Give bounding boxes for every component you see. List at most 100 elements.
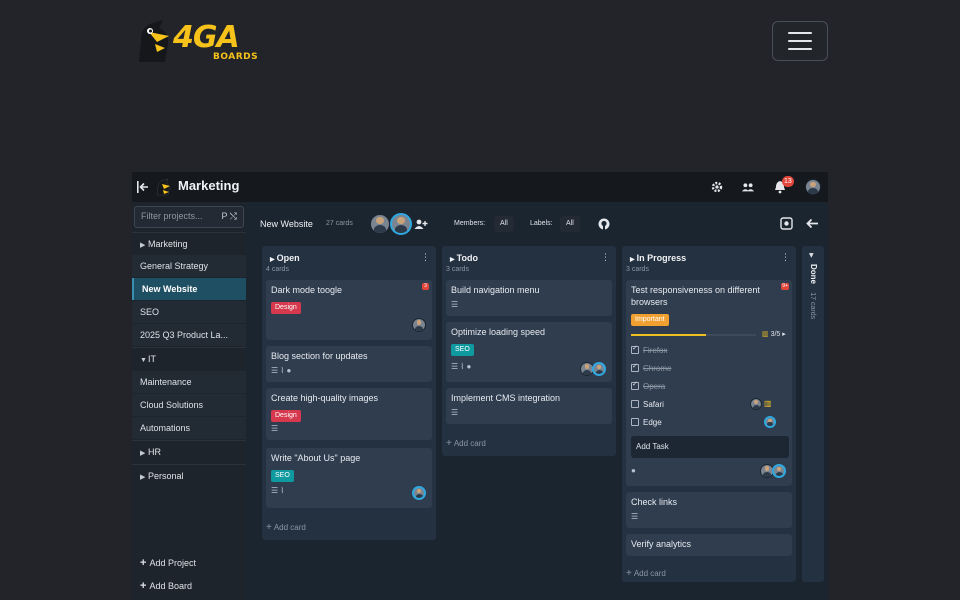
checkbox[interactable] xyxy=(631,400,639,408)
checkbox[interactable] xyxy=(631,418,639,426)
description-icon: ☰ xyxy=(451,408,459,417)
list-menu-icon[interactable]: ⋮ xyxy=(421,253,430,263)
card-title: Check links xyxy=(631,497,678,507)
card-label: SEO xyxy=(451,344,474,356)
task-progress-fill xyxy=(631,334,706,336)
user-avatar[interactable] xyxy=(805,179,821,195)
list-open: ▶ Open 4 cards ⋮ Dark mode toogle Design … xyxy=(262,246,436,540)
card-meta-icons: ☰ ⌇ ● xyxy=(451,362,472,371)
card-member-avatar xyxy=(592,362,606,376)
list-todo: ▶ Todo 3 cards ⋮ Build navigation menu ☰ … xyxy=(442,246,616,456)
add-card-button[interactable]: + Add card xyxy=(266,522,306,533)
card[interactable]: Write "About Us" page SEO ☰ ⌇ xyxy=(266,448,432,508)
add-project-button[interactable]: + Add Project xyxy=(132,552,246,574)
card-title: Create high-quality images xyxy=(271,393,379,403)
card[interactable]: Create high-quality images Design ☰ xyxy=(266,388,432,440)
menu-toggle-button[interactable] xyxy=(772,21,828,61)
sidebar-board-general-strategy[interactable]: General Strategy xyxy=(132,255,246,277)
list-in-progress: ▶ In Progress 3 cards ⋮ Test responsivene… xyxy=(622,246,796,582)
card[interactable]: Test responsiveness on different browser… xyxy=(626,280,792,486)
members-filter-select[interactable]: All xyxy=(494,216,514,232)
card-member-avatar xyxy=(412,486,426,500)
list-menu-icon[interactable]: ⋮ xyxy=(601,253,610,263)
list-title: ▶ Open xyxy=(270,253,300,263)
card-title: Implement CMS integration xyxy=(451,393,561,403)
task-item[interactable]: Safari xyxy=(631,400,664,409)
sidebar-project-personal[interactable]: ▶ Personal xyxy=(132,464,246,486)
task-item[interactable]: Edge xyxy=(631,418,662,427)
members-filter-label: Members: xyxy=(454,220,486,227)
add-task-input[interactable]: Add Task xyxy=(631,436,789,458)
sidebar-board-seo[interactable]: SEO xyxy=(132,301,246,323)
sidebar-board-automations[interactable]: Automations xyxy=(132,417,246,439)
sidebar-board-maintenance[interactable]: Maintenance xyxy=(132,371,246,393)
tasks-icon: ▥ xyxy=(762,331,769,338)
hamburger-icon xyxy=(788,32,812,34)
brand-logo[interactable]: 4GA BOARDS xyxy=(135,18,260,66)
card[interactable]: Dark mode toogle Design 3 xyxy=(266,280,432,340)
task-item[interactable]: Firefox xyxy=(631,344,667,355)
card[interactable]: Verify analytics xyxy=(626,534,792,556)
notification-count-badge: 13 xyxy=(782,176,794,187)
list-card-count: 3 cards xyxy=(446,266,469,273)
plus-icon: + xyxy=(266,522,272,533)
sidebar-project-hr[interactable]: ▶ HR xyxy=(132,440,246,462)
sidebar-project-marketing[interactable]: ▶ Marketing xyxy=(132,232,246,254)
notification-badge: 9+ xyxy=(781,283,789,290)
plus-icon: + xyxy=(446,438,452,449)
checkbox[interactable] xyxy=(631,380,639,390)
card-member-avatar xyxy=(772,464,786,478)
notification-badge: 3 xyxy=(422,283,429,290)
board-title: New Website xyxy=(260,219,313,229)
arrow-left-icon[interactable] xyxy=(806,218,819,229)
task-avatar xyxy=(764,416,776,428)
card[interactable]: Implement CMS integration ☰ xyxy=(446,388,612,424)
card-label: Design xyxy=(271,410,301,422)
add-member-icon[interactable] xyxy=(414,218,428,230)
task-item[interactable]: Opera xyxy=(631,380,665,391)
task-progress-count: ▥ 3/5 ▸ xyxy=(762,331,786,338)
member-avatar[interactable] xyxy=(370,214,390,234)
list-menu-icon[interactable]: ⋮ xyxy=(781,253,790,263)
checkbox[interactable] xyxy=(631,362,639,372)
sidebar-board-q3-product[interactable]: 2025 Q3 Product La... xyxy=(132,324,246,346)
add-card-button[interactable]: + Add card xyxy=(626,568,666,579)
list-done-label: Done 17 cards xyxy=(809,264,818,320)
filter-projects-input[interactable]: Filter projects... P ⤭ xyxy=(134,206,244,228)
card[interactable]: Build navigation menu ☰ xyxy=(446,280,612,316)
sidebar-board-new-website[interactable]: New Website xyxy=(132,278,246,300)
board-card-count: 27 cards xyxy=(326,220,353,227)
caret-right-icon: ▶ xyxy=(630,257,635,263)
list-title: ▶ Todo xyxy=(450,253,478,263)
plus-icon: + xyxy=(140,557,147,569)
plus-icon: + xyxy=(140,580,147,592)
brand-subtitle: BOARDS xyxy=(213,52,259,62)
labels-filter-select[interactable]: All xyxy=(560,216,580,232)
app-window: Marketing 13 Filter projects... P ⤭ ▶ Mar… xyxy=(132,172,828,600)
caret-right-icon: ▶ xyxy=(140,242,146,249)
card[interactable]: Optimize loading speed SEO ☰ ⌇ ● xyxy=(446,322,612,382)
collapse-sidebar-icon[interactable] xyxy=(136,179,150,195)
card-title: Dark mode toogle xyxy=(271,285,343,295)
board-header: New Website 27 cards Members: All Labels… xyxy=(250,202,828,246)
board-settings-icon[interactable] xyxy=(780,217,793,230)
task-item[interactable]: Chrome xyxy=(631,362,671,373)
card[interactable]: Check links ☰ xyxy=(626,492,792,528)
sidebar: Filter projects... P ⤭ ▶ Marketing Genera… xyxy=(132,202,246,600)
list-done-collapsed[interactable]: ▼ Done 17 cards xyxy=(802,246,824,582)
settings-gear-icon[interactable] xyxy=(710,180,724,194)
add-card-button[interactable]: + Add card xyxy=(446,438,486,449)
sidebar-board-cloud-solutions[interactable]: Cloud Solutions xyxy=(132,394,246,416)
description-icon: ☰ xyxy=(631,512,639,521)
card[interactable]: Blog section for updates ☰ ⌇ ● xyxy=(266,346,432,382)
member-avatar[interactable] xyxy=(390,213,412,235)
sidebar-project-it[interactable]: ▼IT xyxy=(132,347,246,369)
users-icon[interactable] xyxy=(741,180,755,194)
filter-shortcut-icon: P ⤭ xyxy=(221,211,237,221)
card-title: Build navigation menu xyxy=(451,285,540,295)
checkbox[interactable] xyxy=(631,344,639,354)
github-icon[interactable] xyxy=(598,218,610,230)
card-label: Design xyxy=(271,302,301,314)
add-board-button[interactable]: + Add Board xyxy=(132,575,246,597)
calendar-icon: ▥ xyxy=(764,399,772,408)
